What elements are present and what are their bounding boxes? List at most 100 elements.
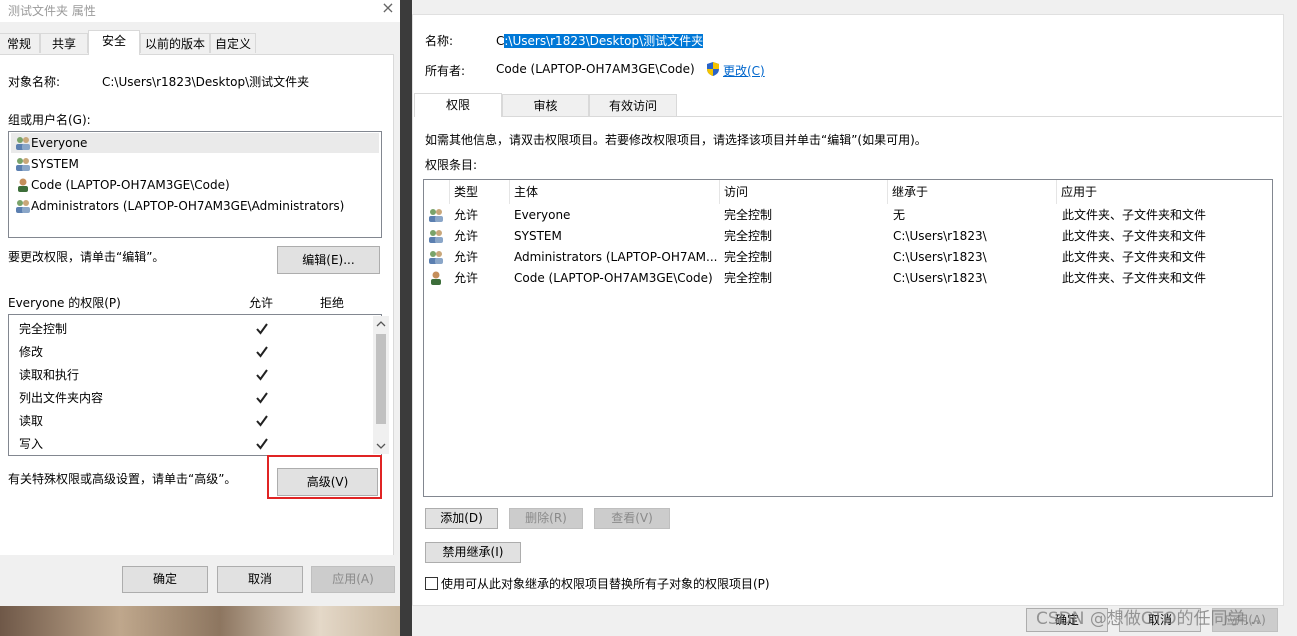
name-value[interactable]: C:\Users\r1823\Desktop\测试文件夹 <box>496 32 704 49</box>
user-group-icon <box>429 251 443 264</box>
user-list-item[interactable]: Code (LAPTOP-OH7AM3GE\Code) <box>11 175 379 195</box>
table-row[interactable]: 允许 Administrators (LAPTOP-OH7AM... 完全控制 … <box>424 247 1270 268</box>
deny-column-label: 拒绝 <box>320 296 345 310</box>
user-list-item[interactable]: Everyone <box>11 133 379 153</box>
user-name: Everyone <box>31 136 88 150</box>
column-header-inherited[interactable]: 继承于 <box>888 180 1057 204</box>
replace-child-permissions-label: 使用可从此对象继承的权限项目替换所有子对象的权限项目(P) <box>441 577 770 591</box>
user-group-icon <box>15 136 31 150</box>
user-group-icon <box>429 209 443 222</box>
permission-name: 读取和执行 <box>19 368 80 382</box>
user-icon <box>15 178 31 192</box>
user-group-icon <box>15 199 31 213</box>
scroll-thumb[interactable] <box>376 334 386 424</box>
tab-previous-versions[interactable]: 以前的版本 <box>140 33 210 53</box>
window-gap <box>400 0 412 636</box>
cell-applies-to: 此文件夹、子文件夹和文件 <box>1062 250 1207 264</box>
info-text: 如需其他信息，请双击权限项目。若要修改权限项目，请选择该项目并单击“编辑”(如果… <box>425 133 927 147</box>
security-panel: 对象名称: C:\Users\r1823\Desktop\测试文件夹 组或用户名… <box>0 54 394 555</box>
allow-column-label: 允许 <box>249 296 274 310</box>
user-list-item[interactable]: Administrators (LAPTOP-OH7AM3GE\Administ… <box>11 196 379 216</box>
tab-auditing[interactable]: 审核 <box>502 94 589 116</box>
object-name-label: 对象名称: <box>8 75 61 89</box>
object-name-value: C:\Users\r1823\Desktop\测试文件夹 <box>102 75 310 89</box>
permissions-header: Everyone 的权限(P) <box>8 296 121 310</box>
allow-check-icon <box>256 346 268 358</box>
permission-row: 完全控制 <box>19 318 359 341</box>
allow-check-icon <box>256 438 268 450</box>
cell-inherited: C:\Users\r1823\ <box>893 250 987 264</box>
disable-inheritance-button[interactable]: 禁用继承(I) <box>425 542 521 563</box>
cell-principal: Code (LAPTOP-OH7AM3GE\Code) <box>514 271 713 285</box>
user-icon <box>431 271 441 285</box>
permission-row: 读取和执行 <box>19 364 359 387</box>
cell-inherited: C:\Users\r1823\ <box>893 229 987 243</box>
cell-type: 允许 <box>454 229 479 243</box>
tab-divider <box>414 116 1282 117</box>
permission-name: 写入 <box>19 437 44 451</box>
user-list-item[interactable]: SYSTEM <box>11 154 379 174</box>
user-name: Administrators (LAPTOP-OH7AM3GE\Administ… <box>31 199 345 213</box>
cell-principal: SYSTEM <box>514 229 562 243</box>
cell-applies-to: 此文件夹、子文件夹和文件 <box>1062 271 1207 285</box>
cell-type: 允许 <box>454 250 479 264</box>
tab-customize[interactable]: 自定义 <box>210 33 256 53</box>
advanced-button[interactable]: 高级(V) <box>277 468 378 496</box>
cell-access: 完全控制 <box>724 271 773 285</box>
owner-label: 所有者: <box>425 64 466 78</box>
cell-access: 完全控制 <box>724 208 773 222</box>
table-row[interactable]: 允许 Code (LAPTOP-OH7AM3GE\Code) 完全控制 C:\U… <box>424 268 1270 289</box>
view-button[interactable]: 查看(V) <box>594 508 670 529</box>
permission-entries-grid[interactable]: 类型 主体 访问 继承于 应用于 允许 Everyone 完全控制 无 此文件夹… <box>423 179 1273 497</box>
edit-button[interactable]: 编辑(E)... <box>277 246 380 274</box>
cell-access: 完全控制 <box>724 229 773 243</box>
allow-check-icon <box>256 323 268 335</box>
user-group-icon <box>429 230 443 243</box>
permission-name: 读取 <box>19 414 44 428</box>
user-list[interactable]: Everyone SYSTEM Code (LAPTOP-OH7AM3GE\Co… <box>8 131 382 238</box>
name-label: 名称: <box>425 34 454 48</box>
add-button[interactable]: 添加(D) <box>425 508 498 529</box>
group-or-user-label: 组或用户名(G): <box>8 113 91 127</box>
cancel-button[interactable]: 取消 <box>217 566 303 593</box>
column-header-applies-to[interactable]: 应用于 <box>1057 180 1270 204</box>
column-header-access[interactable]: 访问 <box>720 180 888 204</box>
tab-effective-access[interactable]: 有效访问 <box>589 94 677 116</box>
change-owner-link[interactable]: 更改(C) <box>723 62 765 79</box>
ok-button[interactable]: 确定 <box>122 566 208 593</box>
table-row[interactable]: 允许 Everyone 完全控制 无 此文件夹、子文件夹和文件 <box>424 205 1270 226</box>
tab-security[interactable]: 安全 <box>88 30 140 55</box>
column-header-type[interactable]: 类型 <box>450 180 510 204</box>
permissions-list[interactable]: 完全控制 修改 读取和执行 列出文件夹内容 读取 写入 <box>8 314 389 456</box>
permission-row: 修改 <box>19 341 359 364</box>
permission-name: 列出文件夹内容 <box>19 391 104 405</box>
dialog-footer: 确定 取消 应用(A) <box>0 556 400 606</box>
allow-check-icon <box>256 369 268 381</box>
scroll-down-icon[interactable] <box>376 442 386 450</box>
entries-label: 权限条目: <box>425 158 478 172</box>
cell-principal: Everyone <box>514 208 571 222</box>
tab-permissions[interactable]: 权限 <box>414 93 502 117</box>
replace-child-permissions-checkbox[interactable] <box>425 577 438 590</box>
tab-general[interactable]: 常规 <box>0 33 40 53</box>
table-row[interactable]: 允许 SYSTEM 完全控制 C:\Users\r1823\ 此文件夹、子文件夹… <box>424 226 1270 247</box>
permissions-scrollbar[interactable] <box>373 316 389 454</box>
apply-button[interactable]: 应用(A) <box>311 566 395 593</box>
column-header-principal[interactable]: 主体 <box>510 180 720 204</box>
tab-sharing[interactable]: 共享 <box>40 33 88 53</box>
cell-principal: Administrators (LAPTOP-OH7AM... <box>514 250 718 264</box>
close-button[interactable]: × <box>378 0 398 17</box>
remove-button[interactable]: 删除(R) <box>509 508 583 529</box>
scroll-up-icon[interactable] <box>376 320 386 328</box>
allow-check-icon <box>256 415 268 427</box>
name-selected-text: :\Users\r1823\Desktop\测试文件夹 <box>504 34 704 48</box>
cell-type: 允许 <box>454 208 479 222</box>
permission-row: 列出文件夹内容 <box>19 387 359 410</box>
permission-name: 修改 <box>19 345 44 359</box>
allow-check-icon <box>256 392 268 404</box>
icon-column-header <box>424 180 450 204</box>
advanced-security-dialog: 名称: C:\Users\r1823\Desktop\测试文件夹 所有者: Co… <box>412 0 1297 636</box>
cell-applies-to: 此文件夹、子文件夹和文件 <box>1062 229 1207 243</box>
user-group-icon <box>15 157 31 171</box>
tab-strip: 常规 共享 安全 以前的版本 自定义 <box>0 30 400 55</box>
